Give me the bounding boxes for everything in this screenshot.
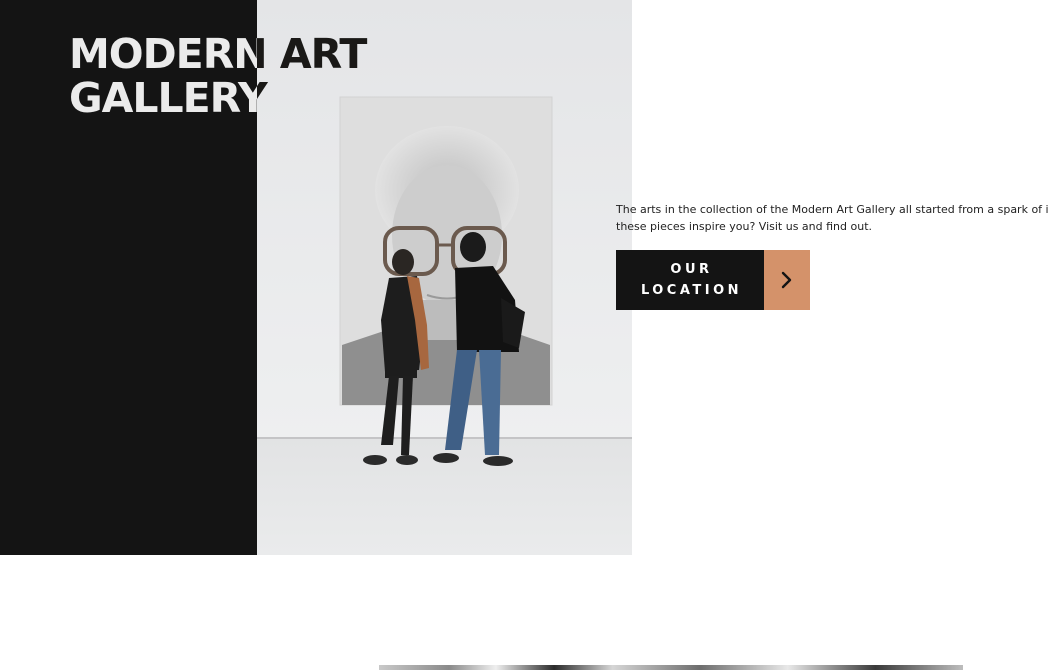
page-title: MODERN ART GALLERY: [69, 30, 367, 122]
next-section-image: [379, 665, 963, 670]
hero-description: The arts in the collection of the Modern…: [616, 203, 1049, 233]
our-location-button[interactable]: OUR LOCATION: [616, 250, 810, 310]
page-title-line-2: GALLERY: [69, 74, 268, 122]
chevron-right-icon: [781, 271, 792, 289]
our-location-button-label[interactable]: OUR LOCATION: [616, 250, 764, 310]
our-location-arrow[interactable]: [764, 250, 810, 310]
page-title-line-1: MODERN ART: [69, 30, 367, 78]
